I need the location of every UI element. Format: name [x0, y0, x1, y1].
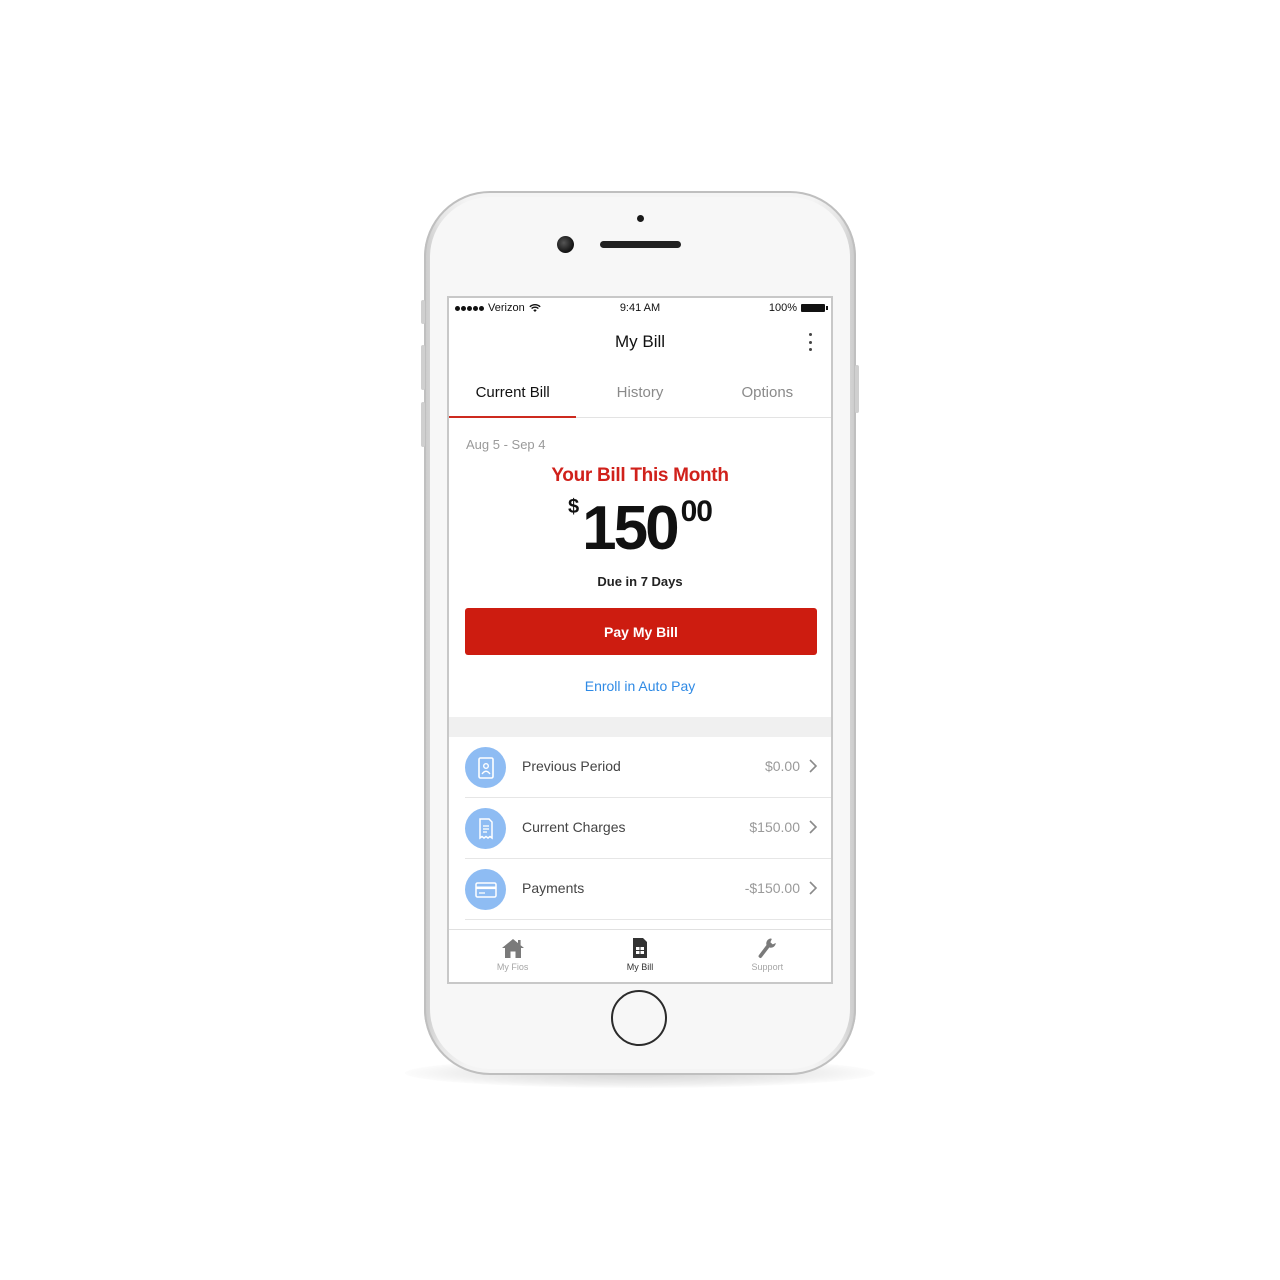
list-item-current-charges[interactable]: Current Charges $150.00	[465, 798, 831, 859]
page-title: My Bill	[614, 332, 666, 351]
list-item-previous-period[interactable]: Previous Period $0.00	[465, 737, 831, 798]
tab-history[interactable]: History	[576, 370, 703, 417]
home-icon	[501, 939, 524, 958]
bottom-nav: My Fios My Bill Support	[449, 929, 831, 982]
amount-currency: $	[568, 496, 580, 518]
section-divider	[449, 717, 831, 737]
mute-switch	[421, 300, 425, 324]
nav-item-support[interactable]: Support	[704, 930, 831, 982]
list-item-label: Current Charges	[522, 819, 626, 835]
nav-label: My Bill	[626, 962, 654, 972]
chevron-right-icon	[809, 820, 818, 834]
status-bar: Verizon 9:41 AM 100%	[449, 298, 831, 318]
amount-cents: 00	[680, 495, 713, 528]
nav-item-my-bill[interactable]: My Bill	[576, 930, 703, 982]
list-item-label: Previous Period	[522, 758, 621, 774]
billing-period: Aug 5 - Sep 4	[466, 437, 546, 452]
amount-dollars: 150	[582, 494, 679, 563]
list-item-value: -$150.00	[744, 880, 800, 896]
credit-card-icon	[465, 869, 506, 910]
wrench-icon	[758, 938, 777, 958]
bill-amount: $150 00	[449, 494, 831, 564]
due-date-text: Due in 7 Days	[597, 574, 683, 589]
bill-icon	[632, 938, 647, 958]
nav-label: Support	[751, 962, 784, 972]
app-header: My Bill	[449, 318, 831, 368]
list-item-value: $150.00	[749, 819, 800, 835]
volume-up-button	[421, 345, 425, 390]
battery-icon	[801, 304, 828, 312]
stage: Verizon 9:41 AM 100% My Bill Current Bil…	[0, 0, 1280, 1280]
bill-heading: Your Bill This Month	[551, 465, 729, 486]
battery-percentage: 100%	[768, 302, 797, 314]
tab-options[interactable]: Options	[704, 370, 831, 417]
power-button	[855, 365, 859, 413]
document-icon	[465, 747, 506, 788]
front-camera-icon	[557, 236, 574, 253]
list-item-value: $0.00	[764, 758, 800, 774]
nav-item-my-fios[interactable]: My Fios	[449, 930, 576, 982]
list-item-label: Payments	[522, 880, 585, 896]
app-screen: Verizon 9:41 AM 100% My Bill Current Bil…	[447, 296, 833, 984]
nav-label: My Fios	[496, 962, 529, 972]
chevron-right-icon	[809, 881, 818, 895]
enroll-auto-pay-link[interactable]: Enroll in Auto Pay	[449, 678, 831, 694]
earpiece-speaker	[600, 241, 681, 248]
bill-breakdown-list: Previous Period $0.00 Current Charges $1…	[449, 737, 831, 920]
volume-down-button	[421, 402, 425, 447]
receipt-icon	[465, 808, 506, 849]
proximity-sensor	[637, 215, 644, 222]
home-button[interactable]	[611, 990, 667, 1046]
chevron-right-icon	[809, 759, 818, 773]
list-item-payments[interactable]: Payments -$150.00	[465, 859, 831, 920]
bill-tabs: Current Bill History Options	[449, 370, 831, 418]
tab-current-bill[interactable]: Current Bill	[449, 370, 577, 418]
more-vertical-icon[interactable]	[807, 333, 813, 351]
pay-my-bill-button[interactable]: Pay My Bill	[465, 608, 817, 655]
status-right: 100%	[768, 302, 828, 314]
